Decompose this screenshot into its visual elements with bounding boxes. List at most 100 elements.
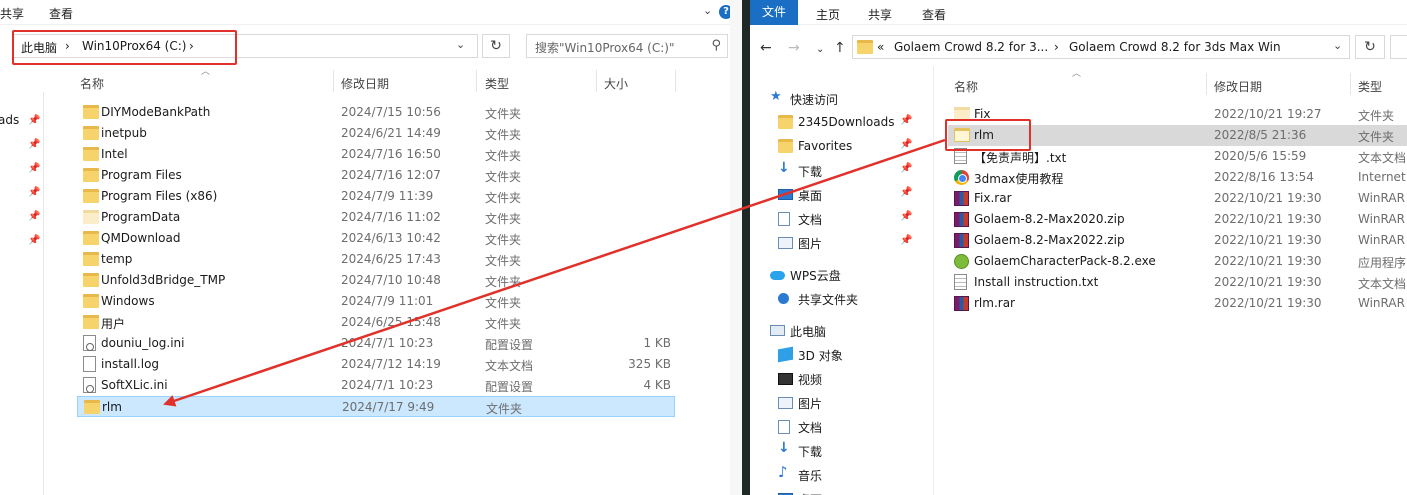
row-name: Windows xyxy=(101,294,155,308)
row-type: WinRAR xyxy=(1358,233,1405,247)
table-row[interactable]: ProgramData 2024/7/16 11:02 文件夹 xyxy=(77,207,675,228)
nav-item-label[interactable]: ads xyxy=(0,113,19,127)
table-row[interactable]: Install instruction.txt 2022/10/21 19:30 文… xyxy=(948,272,1407,293)
table-row[interactable]: GolaemCharacterPack-8.2.exe 2022/10/21 19… xyxy=(948,251,1407,272)
ribbon-file-tab[interactable]: 文件 xyxy=(750,0,799,25)
ribbon-home-tab[interactable]: 主页 xyxy=(816,6,840,23)
table-row[interactable]: Windows 2024/7/9 11:01 文件夹 xyxy=(77,291,675,312)
chevron-right-icon[interactable]: › xyxy=(1054,40,1059,54)
row-type: 文件夹 xyxy=(485,254,522,268)
nav-item[interactable]: 此电脑 xyxy=(770,320,920,342)
table-row[interactable]: Golaem-8.2-Max2022.zip 2022/10/21 19:30 Wi… xyxy=(948,230,1407,251)
row-date: 2024/7/15 10:56 xyxy=(341,105,441,119)
refresh-button[interactable]: ↻ xyxy=(1355,35,1385,59)
table-row[interactable]: DIYModeBankPath 2024/7/15 10:56 文件夹 xyxy=(77,102,675,123)
table-row[interactable]: inetpub 2024/6/21 14:49 文件夹 xyxy=(77,123,675,144)
breadcrumb-overflow[interactable]: « xyxy=(877,40,884,54)
table-row[interactable]: rlm.rar 2022/10/21 19:30 WinRAR xyxy=(948,293,1407,314)
table-row[interactable]: temp 2024/6/25 17:43 文件夹 xyxy=(77,249,675,270)
chevron-down-icon[interactable]: ⌄ xyxy=(703,4,712,17)
app-icon xyxy=(954,254,969,269)
nav-item[interactable]: ♪ 音乐 xyxy=(778,463,920,486)
nav-item[interactable]: 文档 📌 xyxy=(778,208,920,230)
nav-item[interactable]: 图片 xyxy=(778,392,920,414)
row-date: 2024/6/21 14:49 xyxy=(341,126,441,140)
settings-file-icon xyxy=(83,377,96,393)
nav-item[interactable]: ↓ 下载 xyxy=(778,440,920,462)
winrar-icon xyxy=(954,191,969,206)
table-row[interactable]: Unfold3dBridge_TMP 2024/7/10 10:48 文件夹 xyxy=(77,270,675,291)
nav-item[interactable]: 桌面 📌 xyxy=(778,184,920,206)
search-input[interactable] xyxy=(1390,35,1407,59)
nav-item[interactable]: ★ 快速访问 xyxy=(770,88,920,110)
row-name: DIYModeBankPath xyxy=(101,105,211,119)
up-arrow-icon[interactable]: ↑ xyxy=(834,40,846,56)
nav-item[interactable]: 共享文件夹 xyxy=(778,288,920,310)
left-vertical-scrollbar[interactable] xyxy=(730,0,742,495)
pin-icon: 📌 xyxy=(900,163,913,174)
breadcrumb-current[interactable]: Golaem Crowd 8.2 for 3ds Max Win xyxy=(1069,40,1281,54)
forward-arrow-icon[interactable]: → xyxy=(788,40,800,56)
table-row[interactable]: Fix.rar 2022/10/21 19:30 WinRAR xyxy=(948,188,1407,209)
nav-item[interactable]: ↓ 下载 📌 xyxy=(778,160,920,182)
chevron-down-icon[interactable]: ⌄ xyxy=(456,38,465,51)
table-row[interactable]: SoftXLic.ini 2024/7/1 10:23 配置设置 4 KB xyxy=(77,375,675,396)
nav-item[interactable]: 文档 xyxy=(778,416,920,438)
nav-item-label: 3D 对象 xyxy=(798,349,843,363)
ribbon-share-tab[interactable]: 共享 xyxy=(868,6,892,23)
video-icon xyxy=(778,373,793,385)
table-row[interactable]: 用户 2024/6/25 15:48 文件夹 xyxy=(77,312,675,333)
nav-item[interactable]: 3D 对象 xyxy=(778,344,920,366)
folder-icon xyxy=(857,40,873,54)
nav-item[interactable]: 图片 📌 xyxy=(778,232,920,254)
search-icon: ⚲ xyxy=(711,38,721,53)
nav-item[interactable]: 桌面 xyxy=(778,488,920,495)
file-icon xyxy=(83,356,96,372)
back-arrow-icon[interactable]: ← xyxy=(760,40,772,56)
column-header-name[interactable]: 名称 xyxy=(954,78,978,95)
column-header-type[interactable]: 类型 xyxy=(485,75,509,92)
column-header-name[interactable]: 名称 xyxy=(80,75,104,92)
right-address-bar[interactable]: « Golaem Crowd 8.2 for 3... › Golaem Cro… xyxy=(852,35,1350,59)
table-row[interactable]: Program Files 2024/7/16 12:07 文件夹 xyxy=(77,165,675,186)
left-ribbon-view-tab[interactable]: 查看 xyxy=(49,5,73,22)
column-header-size[interactable]: 大小 xyxy=(604,75,628,92)
breadcrumb-parent[interactable]: Golaem Crowd 8.2 for 3... xyxy=(894,40,1048,54)
table-row[interactable]: 3dmax使用教程 2022/8/16 13:54 Internet xyxy=(948,167,1407,188)
nav-item[interactable]: 视频 xyxy=(778,368,920,390)
row-date: 2022/10/21 19:30 xyxy=(1214,191,1322,205)
column-header-date[interactable]: 修改日期 xyxy=(1214,78,1262,95)
table-row[interactable]: Intel 2024/7/16 16:50 文件夹 xyxy=(77,144,675,165)
refresh-button[interactable]: ↻ xyxy=(482,34,510,58)
row-type: 文件夹 xyxy=(485,212,522,226)
table-row[interactable]: douniu_log.ini 2024/7/1 10:23 配置设置 1 KB xyxy=(77,333,675,354)
row-date: 2022/10/21 19:30 xyxy=(1214,212,1322,226)
nav-item[interactable]: WPS云盘 xyxy=(770,264,920,286)
table-row[interactable]: rlm 2024/7/17 9:49 文件夹 xyxy=(77,396,675,417)
table-row[interactable]: install.log 2024/7/12 14:19 文本文档 325 KB xyxy=(77,354,675,375)
left-ribbon: 共享 查看 ⌄ ? xyxy=(0,0,742,25)
chevron-down-icon[interactable]: ⌄ xyxy=(1333,39,1342,52)
table-row[interactable]: QMDownload 2024/6/13 10:42 文件夹 xyxy=(77,228,675,249)
left-ribbon-share-tab[interactable]: 共享 xyxy=(0,5,24,22)
pin-icon: 📌 xyxy=(900,115,913,126)
table-row[interactable]: Program Files (x86) 2024/7/9 11:39 文件夹 xyxy=(77,186,675,207)
ribbon-view-tab[interactable]: 查看 xyxy=(922,6,946,23)
row-date: 2022/10/21 19:30 xyxy=(1214,275,1322,289)
chrome-icon xyxy=(954,170,969,185)
chevron-down-icon[interactable]: ⌄ xyxy=(816,44,824,55)
row-name: 3dmax使用教程 xyxy=(974,172,1064,186)
table-row[interactable]: Golaem-8.2-Max2020.zip 2022/10/21 19:30 Wi… xyxy=(948,209,1407,230)
column-header-date[interactable]: 修改日期 xyxy=(341,75,389,92)
folder-icon xyxy=(83,252,99,266)
row-type: 文件夹 xyxy=(485,149,522,163)
search-input[interactable]: 搜索"Win10Prox64 (C:)" ⚲ xyxy=(526,34,728,58)
row-date: 2024/7/1 10:23 xyxy=(341,336,434,350)
nav-item[interactable]: Favorites 📌 xyxy=(778,136,920,158)
nav-item[interactable]: 2345Downloads 📌 xyxy=(778,112,920,134)
row-type: WinRAR xyxy=(1358,212,1405,226)
nav-item-label: 图片 xyxy=(798,237,823,251)
download-icon: ↓ xyxy=(778,160,790,176)
row-name: rlm.rar xyxy=(974,296,1015,310)
column-header-type[interactable]: 类型 xyxy=(1358,78,1382,95)
